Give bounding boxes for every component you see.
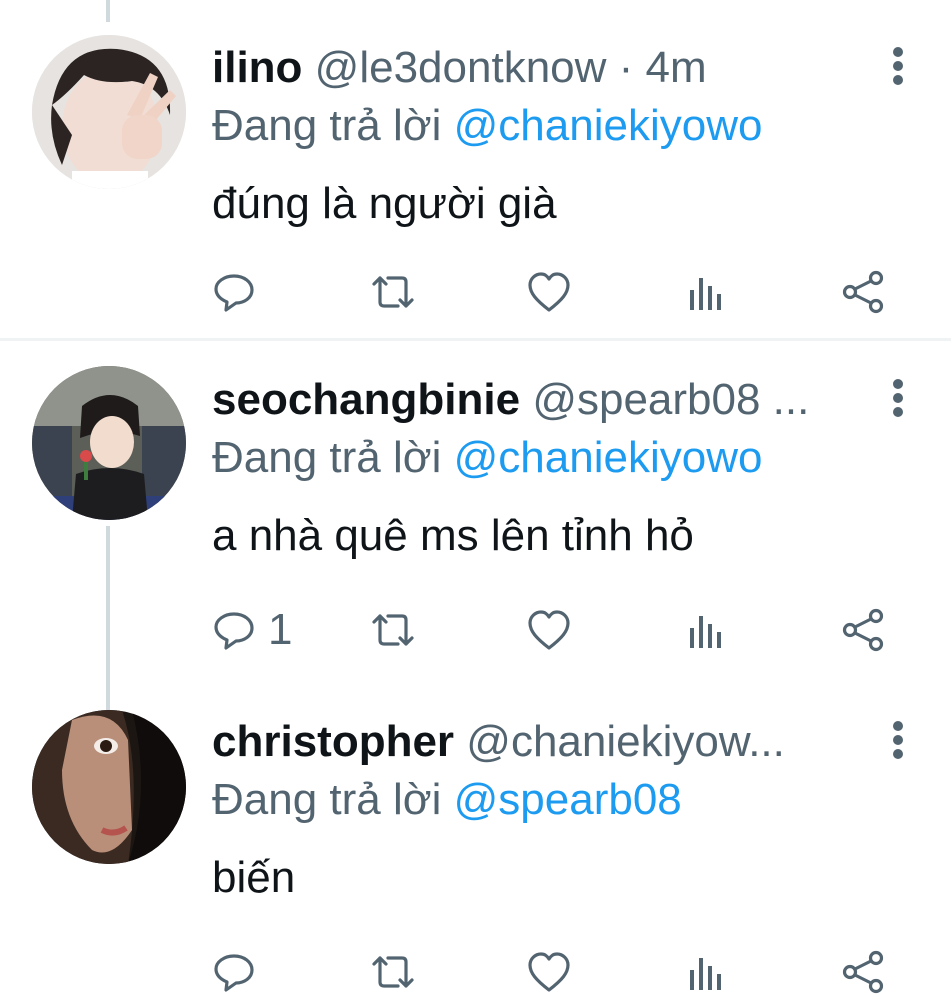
tweet-seochangbinie[interactable]: seochangbinie @spearb08 ... Đang trả lời… bbox=[0, 366, 951, 700]
avatar[interactable] bbox=[32, 366, 186, 520]
user-handle[interactable]: @le3dontknow bbox=[315, 43, 607, 92]
more-vertical-icon[interactable] bbox=[884, 376, 912, 420]
tweet-header: seochangbinie @spearb08 ... bbox=[212, 370, 852, 430]
reply-button[interactable]: 1 bbox=[212, 602, 292, 658]
like-button[interactable] bbox=[526, 264, 572, 320]
reply-icon bbox=[214, 274, 254, 312]
display-name[interactable]: christopher bbox=[212, 717, 454, 766]
replying-to-label: Đang trả lời bbox=[212, 775, 442, 824]
reply-button[interactable] bbox=[212, 264, 268, 320]
tweet-text: a nhà quê ms lên tỉnh hỏ bbox=[212, 511, 694, 560]
tweet-actions bbox=[212, 264, 912, 320]
replying-to: Đang trả lời @chaniekiyowo bbox=[212, 430, 762, 486]
retweet-icon bbox=[372, 276, 414, 308]
views-button[interactable] bbox=[686, 264, 726, 320]
replying-to-label: Đang trả lời bbox=[212, 101, 442, 150]
share-icon bbox=[842, 270, 884, 314]
tweet-actions: 1 bbox=[212, 602, 912, 658]
thread-line-top bbox=[106, 0, 110, 22]
replying-to: Đang trả lời @spearb08 bbox=[212, 772, 682, 828]
display-name[interactable]: ilino bbox=[212, 43, 302, 92]
heart-icon bbox=[528, 610, 570, 650]
more-vertical-icon[interactable] bbox=[884, 718, 912, 762]
views-bar-chart-icon bbox=[690, 958, 721, 990]
reply-count: 1 bbox=[268, 605, 293, 654]
reply-icon bbox=[214, 612, 254, 650]
replying-to-label: Đang trả lời bbox=[212, 433, 442, 482]
tweet-actions bbox=[212, 944, 912, 1000]
heart-icon bbox=[528, 952, 570, 992]
avatar-image bbox=[32, 35, 186, 189]
reply-feed: ilino @le3dontknow · 4m Đang trả lời @ch… bbox=[0, 0, 951, 1003]
timestamp[interactable]: 4m bbox=[646, 43, 707, 92]
heart-icon bbox=[528, 272, 570, 312]
share-icon bbox=[842, 608, 884, 652]
retweet-button[interactable] bbox=[366, 602, 420, 658]
display-name[interactable]: seochangbinie bbox=[212, 375, 520, 424]
replying-to-mention[interactable]: @chaniekiyowo bbox=[454, 433, 763, 482]
reply-icon bbox=[214, 954, 254, 992]
tweet-header: ilino @le3dontknow · 4m bbox=[212, 38, 852, 98]
tweet-text: đúng là người già bbox=[212, 179, 557, 228]
avatar[interactable] bbox=[32, 710, 186, 864]
avatar-image bbox=[32, 366, 186, 520]
share-button[interactable] bbox=[840, 264, 888, 320]
tweet-text: biến bbox=[212, 853, 296, 902]
avatar[interactable] bbox=[32, 35, 186, 189]
avatar-image bbox=[32, 710, 186, 864]
share-button[interactable] bbox=[840, 602, 888, 658]
retweet-icon bbox=[372, 956, 414, 988]
replying-to-mention[interactable]: @chaniekiyowo bbox=[454, 101, 763, 150]
views-bar-chart-icon bbox=[690, 278, 721, 310]
like-button[interactable] bbox=[526, 602, 572, 658]
reply-button[interactable] bbox=[212, 944, 268, 1000]
replying-to-mention[interactable]: @spearb08 bbox=[454, 775, 682, 824]
user-handle[interactable]: @chaniekiyow... bbox=[466, 717, 785, 766]
like-button[interactable] bbox=[526, 944, 572, 1000]
replying-to: Đang trả lời @chaniekiyowo bbox=[212, 98, 762, 154]
retweet-button[interactable] bbox=[366, 944, 420, 1000]
user-handle[interactable]: @spearb08 ... bbox=[532, 375, 809, 424]
views-button[interactable] bbox=[686, 602, 726, 658]
retweet-icon bbox=[372, 614, 414, 646]
tweet-header: christopher @chaniekiyow... bbox=[212, 712, 852, 772]
share-button[interactable] bbox=[840, 944, 888, 1000]
header-separator: · bbox=[618, 43, 634, 92]
views-bar-chart-icon bbox=[690, 616, 721, 648]
share-icon bbox=[842, 950, 884, 994]
retweet-button[interactable] bbox=[366, 264, 420, 320]
more-vertical-icon[interactable] bbox=[884, 44, 912, 88]
tweet-christopher[interactable]: christopher @chaniekiyow... Đang trả lời… bbox=[0, 710, 951, 1003]
views-button[interactable] bbox=[686, 944, 726, 1000]
tweet-ilino[interactable]: ilino @le3dontknow · 4m Đang trả lời @ch… bbox=[0, 35, 951, 368]
